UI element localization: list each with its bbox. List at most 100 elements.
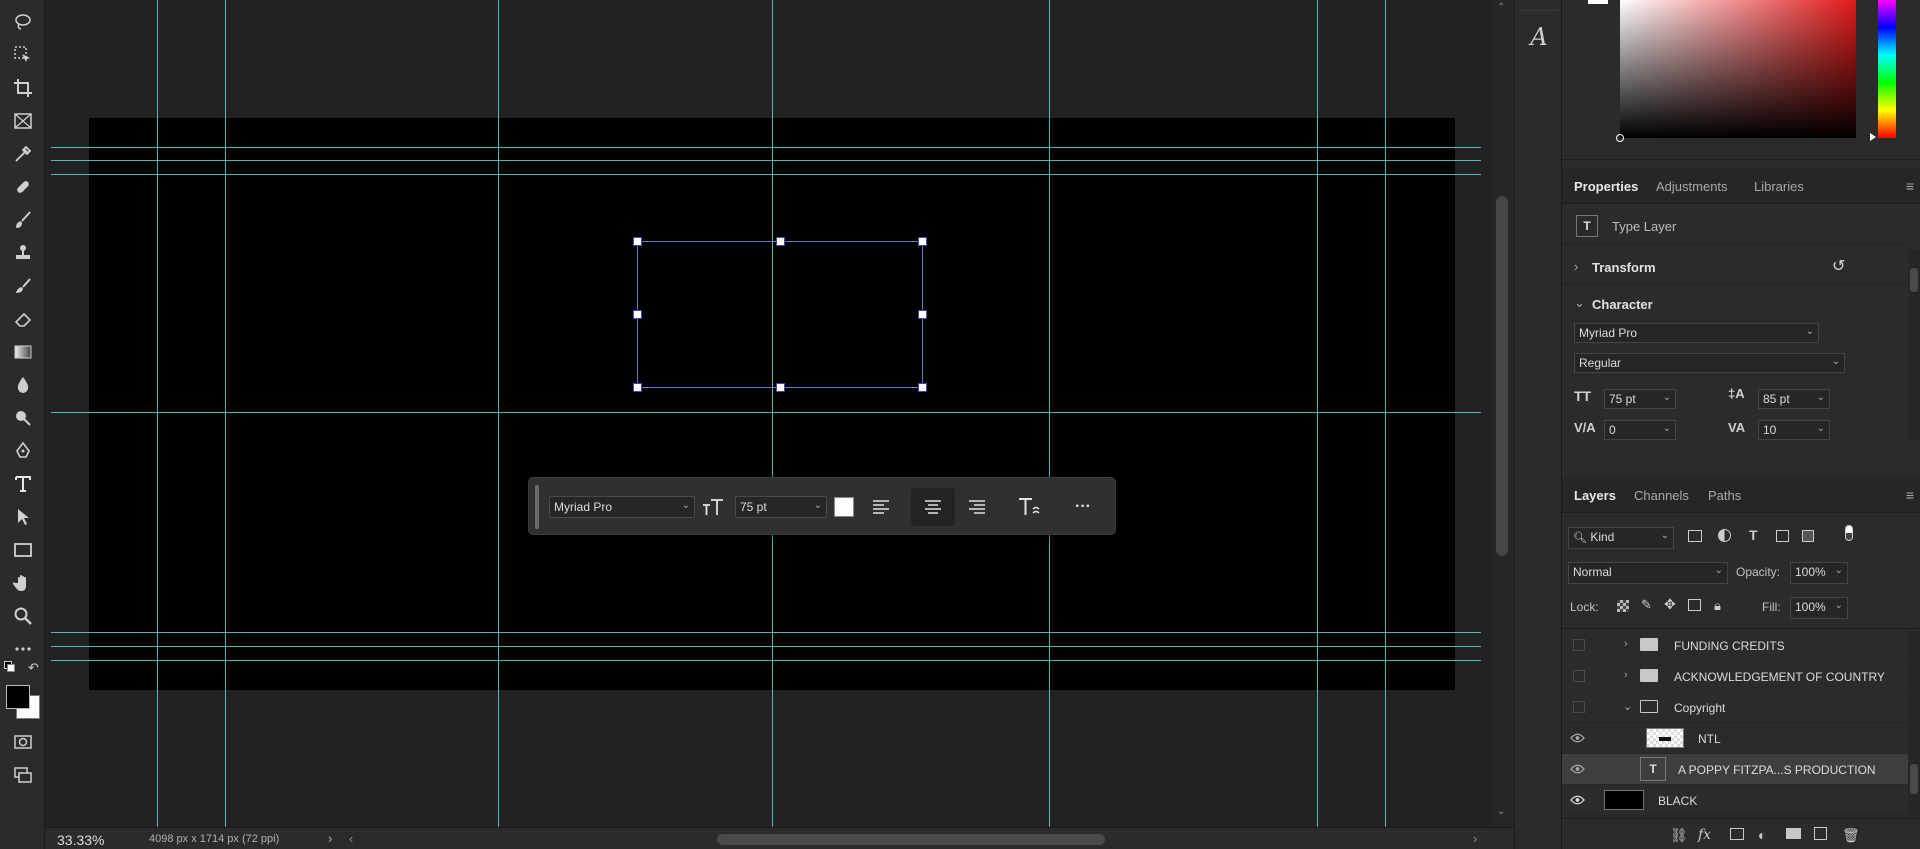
align-right-icon[interactable] — [961, 492, 993, 522]
panel-menu-icon[interactable]: ≡ — [1906, 178, 1914, 194]
eyedropper-icon[interactable] — [9, 140, 36, 167]
eye-icon[interactable] — [1570, 762, 1585, 776]
transform-handle[interactable] — [918, 237, 927, 246]
new-layer-icon[interactable] — [1814, 827, 1827, 840]
font-size-field[interactable]: 75 pt ⌄ — [1604, 389, 1676, 409]
swap-colors-icon[interactable]: ↶ — [28, 660, 39, 676]
object-selection-icon[interactable] — [9, 41, 36, 68]
visibility-toggle[interactable] — [1573, 670, 1585, 682]
transform-handle[interactable] — [633, 237, 642, 246]
visibility-toggle[interactable] — [1573, 639, 1585, 651]
crop-icon[interactable] — [9, 74, 36, 101]
transform-handle[interactable] — [776, 383, 785, 392]
lasso-icon[interactable] — [9, 8, 36, 35]
transform-handle[interactable] — [633, 383, 642, 392]
tab-properties[interactable]: Properties — [1574, 179, 1638, 194]
color-field[interactable] — [1616, 0, 1856, 142]
fx-icon[interactable]: fx — [1698, 827, 1711, 843]
chevron-down-icon[interactable]: ⌄ — [1574, 295, 1585, 311]
filter-type-icon[interactable]: T — [1749, 527, 1758, 543]
text-color-swatch[interactable] — [834, 497, 854, 517]
align-center-icon[interactable] — [911, 488, 955, 526]
tracking-field[interactable]: 10 ⌄ — [1758, 420, 1830, 440]
properties-scrollbar[interactable] — [1908, 250, 1920, 440]
status-menu-arrow[interactable]: › — [328, 831, 332, 846]
foreground-color-swatch[interactable] — [6, 685, 30, 709]
panel-menu-icon[interactable]: ≡ — [1906, 487, 1914, 503]
transform-handle[interactable] — [918, 310, 927, 319]
tab-channels[interactable]: Channels — [1634, 488, 1689, 503]
hue-slider[interactable] — [1870, 0, 1896, 141]
hue-slider-handle[interactable] — [1870, 133, 1876, 141]
tab-libraries[interactable]: Libraries — [1754, 179, 1804, 194]
gradient-icon[interactable] — [9, 338, 36, 365]
quick-mask-icon[interactable] — [9, 728, 36, 755]
rectangle-icon[interactable] — [9, 536, 36, 563]
font-family-select[interactable]: Myriad Pro ⌄ — [549, 496, 695, 518]
frame-icon[interactable] — [9, 107, 36, 134]
character-section-header[interactable]: Character — [1592, 297, 1653, 312]
leading-field[interactable]: 85 pt ⌄ — [1758, 389, 1830, 409]
layer-filter-kind-select[interactable]: 🔍︎ Kind ⌄ — [1568, 527, 1674, 549]
adjustment-icon[interactable]: ◐ — [1758, 827, 1766, 843]
scroll-up-icon[interactable]: ⌃ — [1497, 2, 1505, 13]
lock-artboard-icon[interactable] — [1688, 599, 1701, 611]
visibility-toggle[interactable] — [1573, 701, 1585, 713]
layer-row-acknowledgement[interactable]: › ACKNOWLEDGEMENT OF COUNTRY — [1562, 661, 1908, 692]
eraser-icon[interactable] — [9, 305, 36, 332]
pen-icon[interactable] — [9, 437, 36, 464]
align-left-icon[interactable] — [865, 492, 897, 522]
scrollbar-thumb[interactable] — [1910, 268, 1918, 292]
group-icon[interactable] — [1786, 828, 1801, 839]
clone-stamp-icon[interactable] — [9, 239, 36, 266]
warp-text-icon[interactable] — [1014, 492, 1046, 522]
foreground-swatch[interactable] — [1588, 0, 1608, 4]
screen-mode-icon[interactable] — [9, 761, 36, 788]
lock-transparent-icon[interactable] — [1617, 600, 1629, 612]
lock-position-icon[interactable]: ✥ — [1664, 596, 1676, 613]
kerning-field[interactable]: 0 ⌄ — [1604, 420, 1676, 440]
layer-row-poppy-production[interactable]: T A POPPY FITZPA...S PRODUCTION — [1562, 754, 1908, 785]
character-font-family-select[interactable]: Myriad Pro ⌄ — [1574, 323, 1819, 343]
vertical-scrollbar[interactable]: ⌃ ⌄ — [1492, 0, 1514, 827]
layer-row-black[interactable]: BLACK — [1562, 785, 1908, 816]
tab-layers[interactable]: Layers — [1574, 488, 1616, 503]
canvas-area[interactable]: Myriad Pro ⌄ 75 pt ⌄ ··· — [45, 0, 1492, 827]
blur-icon[interactable] — [9, 371, 36, 398]
opacity-field[interactable]: 100% ⌄ — [1790, 562, 1848, 584]
layer-row-copyright[interactable]: ⌄ Copyright — [1562, 692, 1908, 723]
filter-pixel-icon[interactable] — [1688, 530, 1702, 542]
chevron-right-icon[interactable]: › — [1624, 669, 1628, 681]
type-icon[interactable] — [9, 470, 36, 497]
character-font-style-select[interactable]: Regular ⌄ — [1574, 353, 1845, 373]
chevron-right-icon[interactable]: › — [1624, 638, 1628, 650]
scrollbar-thumb[interactable] — [1496, 196, 1508, 556]
filter-shape-icon[interactable] — [1776, 530, 1789, 542]
healing-brush-icon[interactable] — [9, 173, 36, 200]
blend-mode-select[interactable]: Normal ⌄ — [1568, 562, 1728, 584]
scroll-down-icon[interactable]: ⌄ — [1497, 806, 1505, 817]
chevron-right-icon[interactable]: › — [1574, 259, 1578, 274]
filter-toggle-icon[interactable] — [1845, 525, 1853, 541]
fill-field[interactable]: 100% ⌄ — [1790, 597, 1848, 619]
zoom-level[interactable]: 33.33% — [57, 832, 104, 848]
filter-adjustment-icon[interactable] — [1718, 529, 1731, 542]
history-brush-icon[interactable] — [9, 272, 36, 299]
scrollbar-thumb[interactable] — [1910, 764, 1918, 794]
brush-icon[interactable] — [9, 206, 36, 233]
eye-icon[interactable] — [1570, 731, 1585, 745]
eye-icon[interactable] — [1570, 793, 1585, 807]
font-size-select[interactable]: 75 pt ⌄ — [735, 496, 827, 518]
lock-all-icon[interactable]: 🔒︎ — [1714, 598, 1721, 614]
text-bounding-box[interactable] — [633, 237, 927, 392]
mask-icon[interactable] — [1730, 828, 1744, 840]
tab-paths[interactable]: Paths — [1708, 488, 1741, 503]
path-selection-icon[interactable] — [9, 503, 36, 530]
scroll-left-icon[interactable]: ‹ — [349, 831, 353, 846]
transform-handle[interactable] — [918, 383, 927, 392]
drag-handle[interactable] — [535, 485, 539, 529]
lock-image-icon[interactable]: ✎ — [1641, 597, 1652, 613]
trash-icon[interactable]: 🗑︎ — [1842, 827, 1860, 844]
hand-icon[interactable] — [9, 569, 36, 596]
chevron-down-icon[interactable]: ⌄ — [1623, 700, 1632, 713]
